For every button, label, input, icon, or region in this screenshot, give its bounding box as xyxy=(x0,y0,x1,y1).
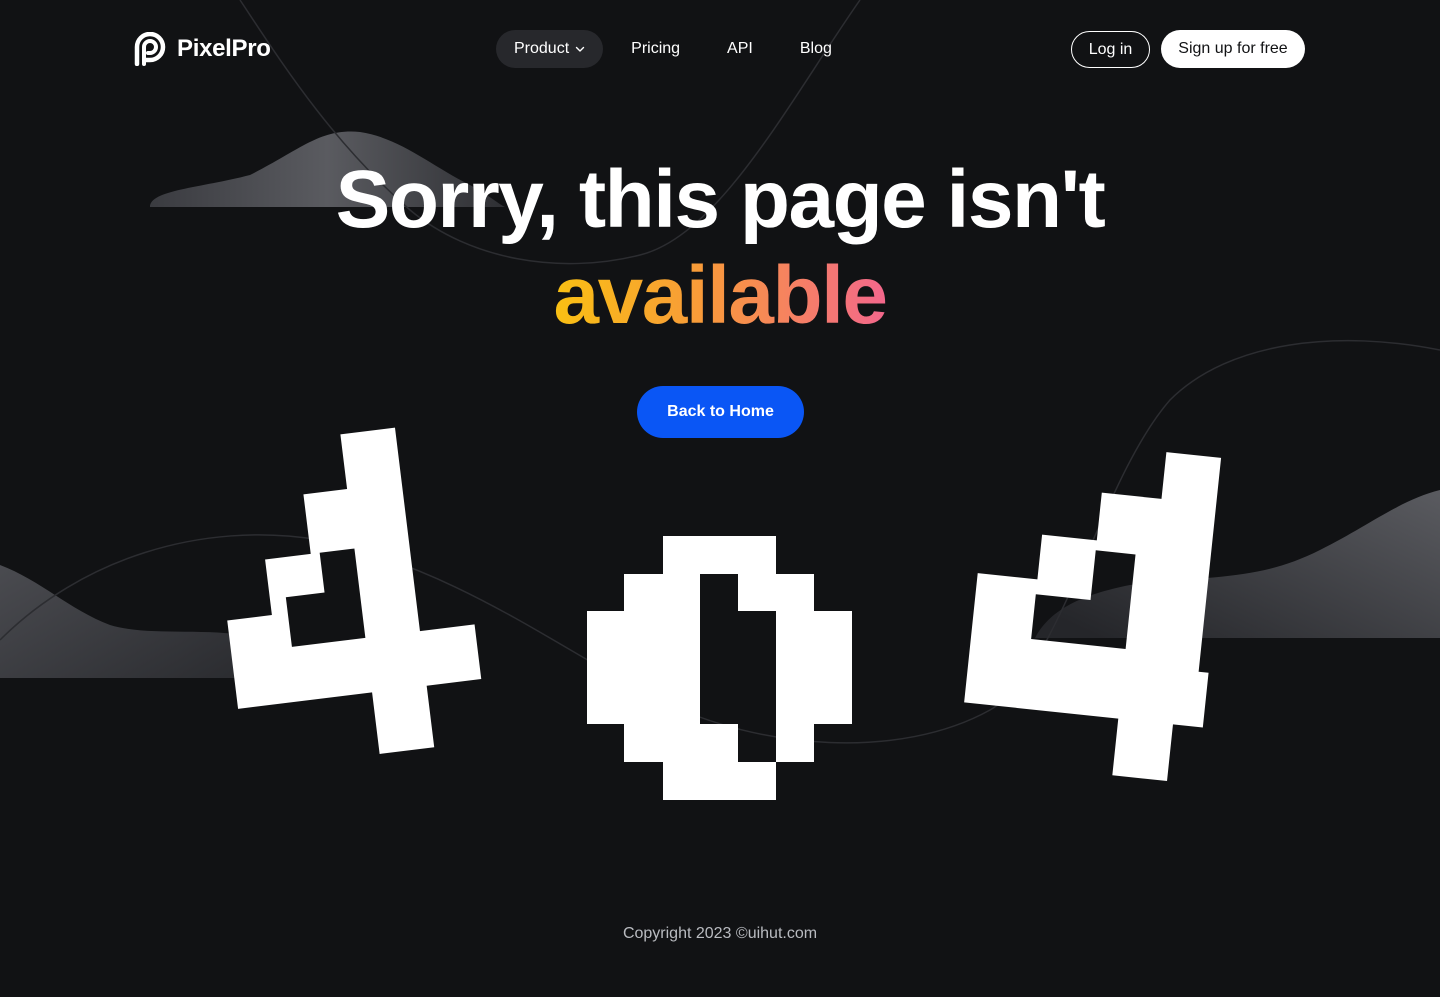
nav-item-pricing[interactable]: Pricing xyxy=(631,30,680,68)
pixelpro-logo-icon xyxy=(134,32,166,66)
pixel-digit-4-right xyxy=(964,452,1222,782)
nav-item-product[interactable]: Product xyxy=(496,30,604,68)
headline-line-2-gradient: available xyxy=(554,248,888,344)
nav-links: Product Pricing API Blog xyxy=(496,30,832,68)
hero-headline: Sorry, this page isn't available xyxy=(0,152,1440,344)
back-to-home-button[interactable]: Back to Home xyxy=(637,386,804,438)
pixel-digit-0 xyxy=(587,536,852,800)
nav-item-product-label: Product xyxy=(514,40,570,57)
headline-line-1: Sorry, this page isn't xyxy=(335,154,1106,245)
footer-copyright: Copyright 2023 ©uihut.com xyxy=(622,925,818,942)
chevron-down-icon xyxy=(575,46,585,52)
error-404-illustration xyxy=(227,427,1222,800)
signup-button[interactable]: Sign up for free xyxy=(1161,30,1305,68)
brand-logo[interactable]: PixelPro xyxy=(134,31,271,67)
nav-item-api[interactable]: API xyxy=(727,30,753,68)
pixel-digit-4-left xyxy=(227,427,482,754)
login-button[interactable]: Log in xyxy=(1071,31,1150,68)
brand-name: PixelPro xyxy=(177,35,271,62)
top-navigation: PixelPro Product Pricing API Blog Log in… xyxy=(0,0,1440,100)
nav-item-blog[interactable]: Blog xyxy=(800,30,832,68)
